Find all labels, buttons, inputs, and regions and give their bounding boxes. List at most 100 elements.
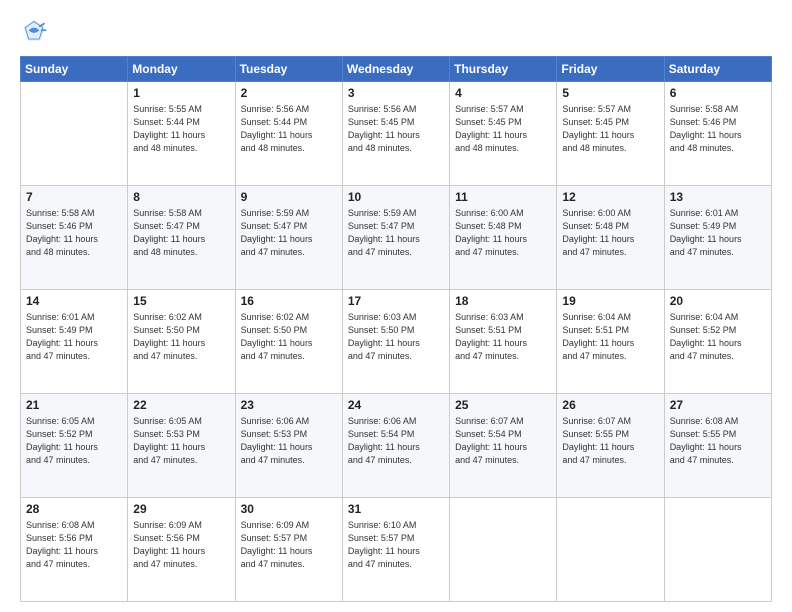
day-info: Sunrise: 5:56 AMSunset: 5:45 PMDaylight:… bbox=[348, 103, 444, 155]
day-number: 28 bbox=[26, 502, 122, 516]
calendar-cell: 28 Sunrise: 6:08 AMSunset: 5:56 PMDayligh… bbox=[21, 498, 128, 602]
day-number: 16 bbox=[241, 294, 337, 308]
calendar-cell: 22 Sunrise: 6:05 AMSunset: 5:53 PMDayligh… bbox=[128, 394, 235, 498]
day-number: 9 bbox=[241, 190, 337, 204]
day-number: 24 bbox=[348, 398, 444, 412]
calendar-cell bbox=[450, 498, 557, 602]
day-info: Sunrise: 5:58 AMSunset: 5:46 PMDaylight:… bbox=[670, 103, 766, 155]
day-info: Sunrise: 5:57 AMSunset: 5:45 PMDaylight:… bbox=[562, 103, 658, 155]
day-number: 1 bbox=[133, 86, 229, 100]
weekday-header-saturday: Saturday bbox=[664, 57, 771, 82]
day-number: 26 bbox=[562, 398, 658, 412]
day-info: Sunrise: 6:02 AMSunset: 5:50 PMDaylight:… bbox=[241, 311, 337, 363]
calendar-cell bbox=[21, 82, 128, 186]
calendar-week-1: 1 Sunrise: 5:55 AMSunset: 5:44 PMDaylight… bbox=[21, 82, 772, 186]
day-number: 6 bbox=[670, 86, 766, 100]
day-info: Sunrise: 6:04 AMSunset: 5:51 PMDaylight:… bbox=[562, 311, 658, 363]
weekday-header-tuesday: Tuesday bbox=[235, 57, 342, 82]
calendar-cell: 3Sunrise: 5:56 AMSunset: 5:45 PMDaylight… bbox=[342, 82, 449, 186]
day-number: 17 bbox=[348, 294, 444, 308]
day-number: 11 bbox=[455, 190, 551, 204]
day-info: Sunrise: 6:08 AMSunset: 5:56 PMDaylight:… bbox=[26, 519, 122, 571]
calendar-cell: 25 Sunrise: 6:07 AMSunset: 5:54 PMDayligh… bbox=[450, 394, 557, 498]
day-number: 5 bbox=[562, 86, 658, 100]
calendar-week-2: 7 Sunrise: 5:58 AMSunset: 5:46 PMDaylight… bbox=[21, 186, 772, 290]
day-info: Sunrise: 6:00 AMSunset: 5:48 PMDaylight:… bbox=[455, 207, 551, 259]
calendar-cell: 2Sunrise: 5:56 AMSunset: 5:44 PMDaylight… bbox=[235, 82, 342, 186]
day-number: 18 bbox=[455, 294, 551, 308]
calendar-week-3: 14 Sunrise: 6:01 AMSunset: 5:49 PMDayligh… bbox=[21, 290, 772, 394]
calendar-cell: 14 Sunrise: 6:01 AMSunset: 5:49 PMDayligh… bbox=[21, 290, 128, 394]
day-info: Sunrise: 5:57 AMSunset: 5:45 PMDaylight:… bbox=[455, 103, 551, 155]
day-info: Sunrise: 6:09 AMSunset: 5:56 PMDaylight:… bbox=[133, 519, 229, 571]
day-info: Sunrise: 6:06 AMSunset: 5:53 PMDaylight:… bbox=[241, 415, 337, 467]
day-number: 19 bbox=[562, 294, 658, 308]
calendar-cell: 7 Sunrise: 5:58 AMSunset: 5:46 PMDaylight… bbox=[21, 186, 128, 290]
day-info: Sunrise: 5:58 AMSunset: 5:46 PMDaylight:… bbox=[26, 207, 122, 259]
calendar-cell: 11 Sunrise: 6:00 AMSunset: 5:48 PMDayligh… bbox=[450, 186, 557, 290]
day-info: Sunrise: 6:03 AMSunset: 5:50 PMDaylight:… bbox=[348, 311, 444, 363]
day-info: Sunrise: 6:03 AMSunset: 5:51 PMDaylight:… bbox=[455, 311, 551, 363]
day-info: Sunrise: 6:05 AMSunset: 5:53 PMDaylight:… bbox=[133, 415, 229, 467]
calendar-week-4: 21Sunrise: 6:05 AMSunset: 5:52 PMDayligh… bbox=[21, 394, 772, 498]
day-info: Sunrise: 6:09 AMSunset: 5:57 PMDaylight:… bbox=[241, 519, 337, 571]
day-number: 27 bbox=[670, 398, 766, 412]
calendar-cell: 23 Sunrise: 6:06 AMSunset: 5:53 PMDayligh… bbox=[235, 394, 342, 498]
calendar-cell: 19 Sunrise: 6:04 AMSunset: 5:51 PMDayligh… bbox=[557, 290, 664, 394]
day-number: 2 bbox=[241, 86, 337, 100]
calendar-cell: 9Sunrise: 5:59 AMSunset: 5:47 PMDaylight… bbox=[235, 186, 342, 290]
calendar-table: SundayMondayTuesdayWednesdayThursdayFrid… bbox=[20, 56, 772, 602]
calendar-cell: 10Sunrise: 5:59 AMSunset: 5:47 PMDayligh… bbox=[342, 186, 449, 290]
weekday-header-sunday: Sunday bbox=[21, 57, 128, 82]
calendar-cell: 17 Sunrise: 6:03 AMSunset: 5:50 PMDayligh… bbox=[342, 290, 449, 394]
day-info: Sunrise: 6:10 AMSunset: 5:57 PMDaylight:… bbox=[348, 519, 444, 571]
day-number: 4 bbox=[455, 86, 551, 100]
weekday-header-wednesday: Wednesday bbox=[342, 57, 449, 82]
calendar-cell: 15 Sunrise: 6:02 AMSunset: 5:50 PMDayligh… bbox=[128, 290, 235, 394]
calendar-cell: 5 Sunrise: 5:57 AMSunset: 5:45 PMDaylight… bbox=[557, 82, 664, 186]
logo bbox=[20, 18, 50, 46]
day-number: 8 bbox=[133, 190, 229, 204]
day-info: Sunrise: 5:58 AMSunset: 5:47 PMDaylight:… bbox=[133, 207, 229, 259]
calendar-cell: 21Sunrise: 6:05 AMSunset: 5:52 PMDayligh… bbox=[21, 394, 128, 498]
calendar-header-row: SundayMondayTuesdayWednesdayThursdayFrid… bbox=[21, 57, 772, 82]
day-number: 30 bbox=[241, 502, 337, 516]
weekday-header-monday: Monday bbox=[128, 57, 235, 82]
day-number: 12 bbox=[562, 190, 658, 204]
calendar-cell: 8 Sunrise: 5:58 AMSunset: 5:47 PMDaylight… bbox=[128, 186, 235, 290]
day-info: Sunrise: 6:06 AMSunset: 5:54 PMDaylight:… bbox=[348, 415, 444, 467]
day-number: 7 bbox=[26, 190, 122, 204]
day-number: 20 bbox=[670, 294, 766, 308]
calendar-cell: 20 Sunrise: 6:04 AMSunset: 5:52 PMDayligh… bbox=[664, 290, 771, 394]
calendar-cell: 12 Sunrise: 6:00 AMSunset: 5:48 PMDayligh… bbox=[557, 186, 664, 290]
day-number: 14 bbox=[26, 294, 122, 308]
day-number: 23 bbox=[241, 398, 337, 412]
calendar-cell: 26Sunrise: 6:07 AMSunset: 5:55 PMDayligh… bbox=[557, 394, 664, 498]
day-info: Sunrise: 6:01 AMSunset: 5:49 PMDaylight:… bbox=[670, 207, 766, 259]
calendar-cell: 18 Sunrise: 6:03 AMSunset: 5:51 PMDayligh… bbox=[450, 290, 557, 394]
day-info: Sunrise: 6:01 AMSunset: 5:49 PMDaylight:… bbox=[26, 311, 122, 363]
day-number: 10 bbox=[348, 190, 444, 204]
day-info: Sunrise: 6:05 AMSunset: 5:52 PMDaylight:… bbox=[26, 415, 122, 467]
calendar-cell: 13 Sunrise: 6:01 AMSunset: 5:49 PMDayligh… bbox=[664, 186, 771, 290]
day-info: Sunrise: 6:04 AMSunset: 5:52 PMDaylight:… bbox=[670, 311, 766, 363]
calendar-week-5: 28 Sunrise: 6:08 AMSunset: 5:56 PMDayligh… bbox=[21, 498, 772, 602]
weekday-header-thursday: Thursday bbox=[450, 57, 557, 82]
calendar-cell: 16 Sunrise: 6:02 AMSunset: 5:50 PMDayligh… bbox=[235, 290, 342, 394]
calendar-cell: 24 Sunrise: 6:06 AMSunset: 5:54 PMDayligh… bbox=[342, 394, 449, 498]
day-info: Sunrise: 6:00 AMSunset: 5:48 PMDaylight:… bbox=[562, 207, 658, 259]
header bbox=[20, 18, 772, 46]
day-number: 22 bbox=[133, 398, 229, 412]
day-number: 29 bbox=[133, 502, 229, 516]
calendar-cell: 27Sunrise: 6:08 AMSunset: 5:55 PMDayligh… bbox=[664, 394, 771, 498]
day-info: Sunrise: 6:02 AMSunset: 5:50 PMDaylight:… bbox=[133, 311, 229, 363]
day-number: 15 bbox=[133, 294, 229, 308]
day-info: Sunrise: 6:07 AMSunset: 5:54 PMDaylight:… bbox=[455, 415, 551, 467]
day-info: Sunrise: 5:55 AMSunset: 5:44 PMDaylight:… bbox=[133, 103, 229, 155]
calendar-cell: 6 Sunrise: 5:58 AMSunset: 5:46 PMDaylight… bbox=[664, 82, 771, 186]
day-number: 13 bbox=[670, 190, 766, 204]
logo-icon bbox=[20, 18, 48, 46]
day-number: 25 bbox=[455, 398, 551, 412]
calendar-cell: 31Sunrise: 6:10 AMSunset: 5:57 PMDayligh… bbox=[342, 498, 449, 602]
calendar-cell: 4 Sunrise: 5:57 AMSunset: 5:45 PMDaylight… bbox=[450, 82, 557, 186]
